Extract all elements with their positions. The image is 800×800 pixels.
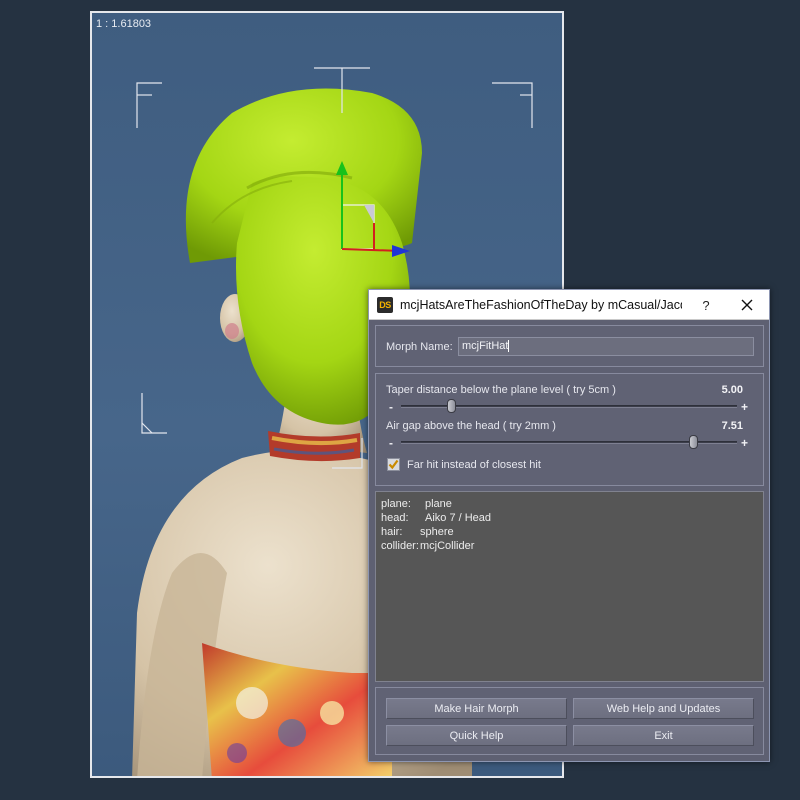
morph-name-input[interactable]: mcjFitHat (458, 337, 754, 356)
dialog-title: mcjHatsAreTheFashionOfTheDay by mCasual/… (400, 297, 682, 312)
taper-distance-label: Taper distance below the plane level ( t… (386, 384, 616, 396)
info-collider-key: collider: (381, 540, 419, 552)
far-hit-checkbox[interactable] (387, 458, 400, 471)
morph-name-value: mcjFitHat (462, 340, 509, 352)
taper-distance-slider[interactable] (401, 399, 737, 413)
info-plane-key: plane: (381, 498, 411, 510)
hats-dialog: DS mcjHatsAreTheFashionOfTheDay by mCasu… (368, 289, 770, 762)
text-caret (508, 340, 510, 353)
air-gap-plus-button[interactable]: + (741, 437, 748, 449)
make-hair-morph-button[interactable]: Make Hair Morph (386, 698, 567, 719)
morph-name-group: Morph Name: mcjFitHat (375, 325, 764, 367)
info-collider-value: mcjCollider (420, 540, 475, 552)
quick-help-button[interactable]: Quick Help (386, 725, 567, 746)
sliders-group: Taper distance below the plane level ( t… (375, 373, 764, 486)
taper-distance-value: 5.00 (721, 384, 743, 396)
exit-button[interactable]: Exit (573, 725, 754, 746)
air-gap-label: Air gap above the head ( try 2mm ) (386, 420, 556, 432)
info-head-key: head: (381, 512, 409, 524)
taper-plus-button[interactable]: + (741, 401, 748, 413)
info-plane-value: plane (425, 498, 452, 510)
aspect-ratio-label: 1 : 1.61803 (96, 18, 152, 30)
info-panel: plane: plane head: Aiko 7 / Head hair: s… (375, 491, 764, 682)
info-hair-key: hair: (381, 526, 403, 538)
air-gap-value: 7.51 (721, 420, 743, 432)
close-button[interactable] (725, 290, 769, 320)
air-gap-slider[interactable] (401, 435, 737, 449)
morph-name-label: Morph Name: (386, 341, 453, 353)
taper-minus-button[interactable]: - (389, 401, 393, 413)
check-icon (388, 459, 399, 470)
info-head-value: Aiko 7 / Head (425, 512, 492, 524)
close-icon (741, 299, 753, 311)
air-gap-slider-thumb[interactable] (688, 435, 698, 449)
buttons-group: Make Hair Morph Web Help and Updates Qui… (375, 687, 764, 755)
title-bar[interactable]: DS mcjHatsAreTheFashionOfTheDay by mCasu… (369, 290, 769, 320)
info-hair-value: sphere (420, 526, 454, 538)
far-hit-label: Far hit instead of closest hit (407, 459, 541, 471)
web-help-button[interactable]: Web Help and Updates (573, 698, 754, 719)
taper-slider-thumb[interactable] (446, 399, 456, 413)
help-button[interactable]: ? (691, 290, 721, 320)
app-logo-icon: DS (377, 296, 393, 313)
air-gap-minus-button[interactable]: - (389, 437, 393, 449)
